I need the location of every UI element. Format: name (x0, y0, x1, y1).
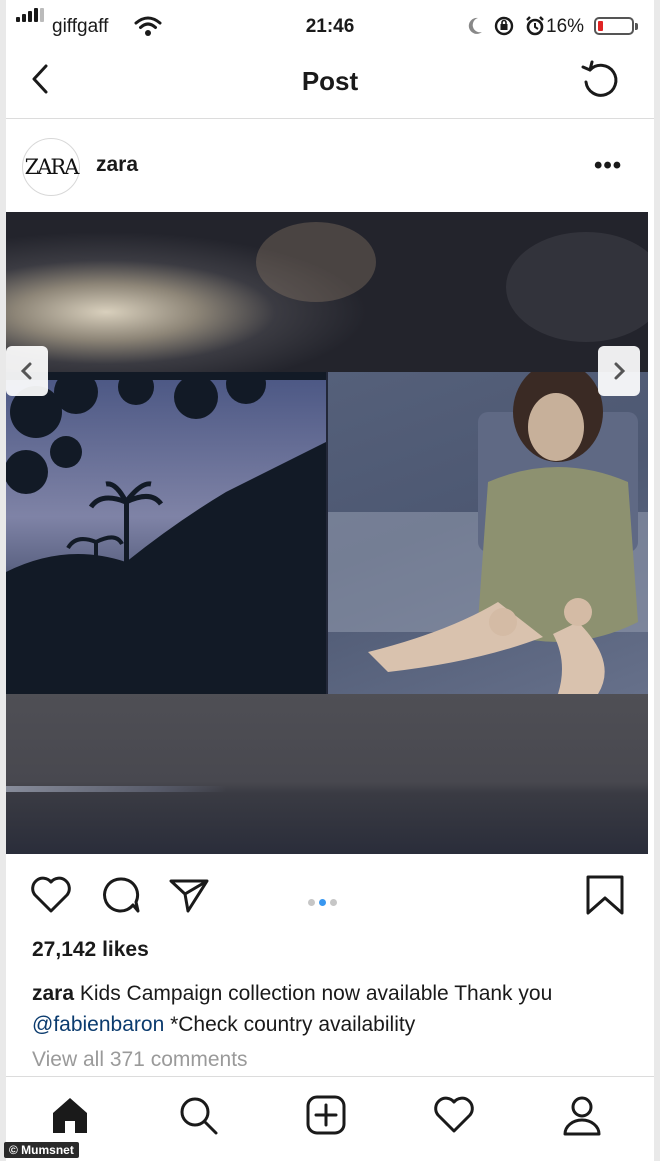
caption-text: Kids Campaign collection now available T… (74, 982, 553, 1005)
battery-fill (598, 21, 603, 31)
moon-icon (468, 18, 482, 35)
carousel-prev-button[interactable] (6, 346, 48, 396)
profile-icon[interactable] (560, 1093, 604, 1137)
home-icon[interactable] (48, 1093, 92, 1137)
add-post-icon[interactable] (304, 1093, 348, 1137)
post-image[interactable] (6, 212, 648, 854)
top-header: Post (6, 54, 654, 119)
night-sea-photo (6, 694, 648, 854)
caption-text-end: *Check country availability (164, 1013, 416, 1036)
post-username[interactable]: zara (96, 153, 138, 177)
bottom-nav (6, 1076, 654, 1161)
battery-icon (594, 17, 638, 35)
refresh-icon[interactable] (578, 58, 622, 102)
share-send-icon[interactable] (166, 872, 212, 918)
status-icons (466, 15, 546, 37)
avatar[interactable]: ZARA (22, 138, 80, 196)
more-horizontal-icon[interactable]: ••• (594, 152, 622, 180)
carousel-dot (330, 899, 337, 906)
likes-count[interactable]: 27,142 likes (32, 938, 149, 962)
child-portrait-photo (328, 372, 648, 694)
search-icon[interactable] (176, 1093, 220, 1137)
app-screen: giffgaff 21:46 16% Post ZARA zara ••• 27… (6, 0, 654, 1161)
carousel-indicator (306, 893, 339, 911)
caption-mention-link[interactable]: @fabienbaron (32, 1013, 164, 1036)
battery-percent: 16% (546, 16, 585, 37)
palm-trees-photo (6, 372, 326, 694)
carousel-next-button[interactable] (598, 346, 640, 396)
like-heart-icon[interactable] (28, 872, 74, 918)
activity-heart-icon[interactable] (432, 1093, 476, 1137)
caption-username[interactable]: zara (32, 982, 74, 1005)
child-figure (328, 372, 648, 694)
bookmark-icon[interactable] (582, 872, 628, 918)
carousel-dot-active (319, 899, 326, 906)
alarm-icon (526, 16, 544, 36)
palm-silhouette (6, 372, 326, 694)
view-comments-link[interactable]: View all 371 comments (32, 1048, 248, 1072)
chevron-left-icon (20, 362, 32, 380)
status-bar: giffgaff 21:46 16% (6, 0, 654, 54)
page-title: Post (301, 66, 359, 96)
carousel-dot (308, 899, 315, 906)
chevron-right-icon (614, 362, 626, 380)
avatar-logo: ZARA (24, 155, 80, 179)
watermark: © Mumsnet (4, 1142, 79, 1158)
orientation-lock-icon (494, 17, 514, 36)
moon-sky-photo (6, 212, 648, 372)
post-caption: zara Kids Campaign collection now availa… (32, 978, 632, 1040)
comment-icon[interactable] (98, 872, 144, 918)
